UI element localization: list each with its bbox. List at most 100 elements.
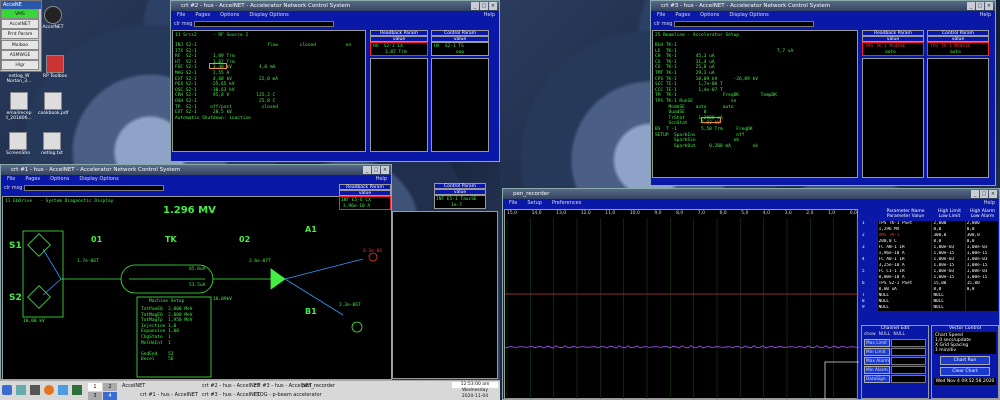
window-titlebar[interactable]: crt #1 - hus - AccelNET - Accelerator Ne…: [1, 165, 391, 175]
channel-field-input[interactable]: [891, 348, 926, 356]
window-titlebar[interactable]: crt #2 - hus - AccelNET - Accelerator Ne…: [171, 1, 499, 11]
close-icon[interactable]: ×: [381, 166, 389, 174]
menu-file[interactable]: File: [7, 175, 15, 184]
file-manager-icon[interactable]: [16, 385, 26, 395]
value-8: 0.3e-06: [363, 249, 382, 254]
task-accelnet[interactable]: AcceINET: [120, 382, 145, 390]
menu-options[interactable]: Options: [700, 11, 719, 20]
minimize-icon[interactable]: _: [363, 166, 371, 174]
crt1-control-cell[interactable]: INT E5-1 TaucSE 1e-7: [434, 195, 486, 209]
show-toggle[interactable]: show: [864, 332, 876, 337]
mail-icon[interactable]: [58, 385, 68, 395]
menu-display-options[interactable]: Display Options: [79, 175, 118, 184]
channel-field-input[interactable]: [891, 375, 926, 383]
crt1-window: crt #1 - hus - AccelNET - Accelerator Ne…: [0, 164, 392, 380]
value-1: 1.7e-06T: [77, 259, 99, 264]
close-icon[interactable]: ×: [985, 2, 993, 10]
edit-field[interactable]: [209, 63, 227, 69]
readback-cell[interactable]: INT E5-6 CX 3,96e-10 A: [339, 196, 391, 210]
edit-field[interactable]: [701, 117, 721, 123]
task-elog[interactable]: ELOG - p-beam accelerator: [252, 391, 322, 399]
maximize-icon[interactable]: □: [480, 2, 488, 10]
clear-chart-button[interactable]: Clear Chart: [940, 367, 990, 376]
desktop-icon-netlog-txt[interactable]: netlog.txt: [38, 132, 66, 156]
menu-help[interactable]: Help: [376, 175, 387, 184]
menu-help[interactable]: Help: [984, 199, 995, 208]
control-cell[interactable]: TPS TK-1 ModeSE auto: [927, 42, 989, 56]
clock-readout: Wed Nov 4 09:52:58 2020: [934, 378, 996, 385]
value-2: 2.6e-07T: [249, 259, 271, 264]
launcher-item-asmwge[interactable]: ASMWGE: [1, 50, 39, 60]
menu-pages[interactable]: Pages: [675, 11, 690, 20]
launcher-item-mxiboo[interactable]: Mxiboo: [1, 40, 39, 50]
menu-file[interactable]: File: [509, 199, 517, 208]
page-subtitle: 11 Srcs2 - RF Source 2: [175, 33, 249, 38]
firefox-icon[interactable]: [44, 385, 54, 395]
menu-options[interactable]: Options: [220, 11, 239, 20]
menu-pages[interactable]: Pages: [195, 11, 210, 20]
channel-field-input[interactable]: [891, 339, 926, 347]
start-menu-icon[interactable]: [2, 385, 12, 395]
workspace-2[interactable]: 2: [103, 383, 117, 391]
desktop-icon-accelnet[interactable]: AcceINET: [42, 6, 64, 30]
task-crt2[interactable]: crt #2 - hus - AcceINET: [200, 382, 260, 390]
desktop-icon-netlog[interactable]: netlog_W Norton_3...: [4, 74, 34, 84]
menu-display-options[interactable]: Display Options: [249, 11, 288, 20]
maximize-icon[interactable]: □: [980, 190, 988, 198]
workspace-4[interactable]: 4: [103, 392, 117, 400]
col-header-high-limit: High Limit Low Limit: [938, 209, 961, 219]
desktop-icon-rptoolbox[interactable]: RP Toolbox: [40, 55, 70, 79]
window-titlebar[interactable]: pen_recorder _ □ ×: [503, 189, 999, 199]
task-pen-recorder[interactable]: pen_recorder: [300, 382, 335, 390]
close-icon[interactable]: ×: [489, 2, 497, 10]
menu-help[interactable]: Help: [484, 11, 495, 20]
launcher-item-hlgr[interactable]: Hlgr: [1, 60, 39, 70]
clear-message-button[interactable]: clr msg: [174, 21, 192, 27]
close-icon[interactable]: ×: [989, 190, 997, 198]
minimize-icon[interactable]: _: [971, 190, 979, 198]
clear-message-button[interactable]: clr msg: [4, 185, 22, 191]
control-cell[interactable]: HV S2-1 TS oop: [431, 42, 489, 56]
workspace-3[interactable]: 3: [88, 392, 102, 400]
task-crt3b[interactable]: crt #3 - hus - AcceINET: [200, 391, 260, 399]
maximize-icon[interactable]: □: [372, 166, 380, 174]
readback-cell[interactable]: TPS TK-1 ModeSE auto: [862, 42, 924, 56]
window-titlebar[interactable]: crt #3 - hus - AccelNET - Accelerator Ne…: [651, 1, 995, 11]
desktop-icon-screenshot[interactable]: ScreenSho: [4, 132, 32, 156]
app-launcher-icon[interactable]: [72, 385, 82, 395]
chart-speed-box[interactable]: Chart Speed 1,0 secs/update X Grid Spacing…: [934, 332, 996, 354]
channel-field-label: DataSign: [864, 375, 890, 383]
channel-field-input[interactable]: [891, 357, 926, 365]
value-6: 18,09kV: [213, 297, 232, 302]
chart-run-button[interactable]: Chart Run: [940, 356, 990, 365]
menu-help[interactable]: Help: [980, 11, 991, 20]
minimize-icon[interactable]: _: [967, 2, 975, 10]
desktop-icon-cookbook[interactable]: cookbook.pdf: [38, 92, 68, 116]
param-cell: [965, 305, 998, 311]
readback-cell[interactable]: HX S2-1 EX 3,07 Trm: [370, 42, 428, 56]
parameter-lines: BLH TK-1 LE TK-1 7,7 uA CH TK-1 45,3 uA CX …: [655, 43, 793, 149]
clear-message-button[interactable]: clr msg: [654, 21, 672, 27]
task-crt1[interactable]: crt #1 - hus - AcceINET: [138, 391, 198, 399]
channel-field-input[interactable]: [891, 366, 926, 374]
menu-file[interactable]: File: [657, 11, 665, 20]
menu-options[interactable]: Options: [50, 175, 69, 184]
workspace-1[interactable]: 1: [88, 383, 102, 391]
menu-display-options[interactable]: Display Options: [729, 11, 768, 20]
menu-file[interactable]: File: [177, 11, 185, 20]
launcher-item-vms[interactable]: VMS: [1, 9, 39, 19]
menu-setup[interactable]: Setup: [527, 199, 542, 208]
terminal-icon[interactable]: [30, 385, 40, 395]
desktop-icon-email[interactable]: emailrecep t_201806...: [4, 92, 34, 121]
message-bar: clr msg: [651, 20, 995, 28]
menu-preferences[interactable]: Preferences: [552, 199, 581, 208]
maximize-icon[interactable]: □: [976, 2, 984, 10]
crt1-right-panel: [392, 211, 498, 379]
minimize-icon[interactable]: _: [471, 2, 479, 10]
menu-pages[interactable]: Pages: [25, 175, 40, 184]
analyzing-magnet: [270, 268, 286, 290]
channel-fields: Max Limit Min Limit Max Alarm Min Alarm Data…: [862, 339, 928, 383]
launcher-item-print[interactable]: Prnt Param: [1, 29, 39, 39]
param-row[interactable]: 9 NULL NULL: [861, 305, 999, 311]
launcher-item-accelnet[interactable]: AccelNET: [1, 19, 39, 29]
